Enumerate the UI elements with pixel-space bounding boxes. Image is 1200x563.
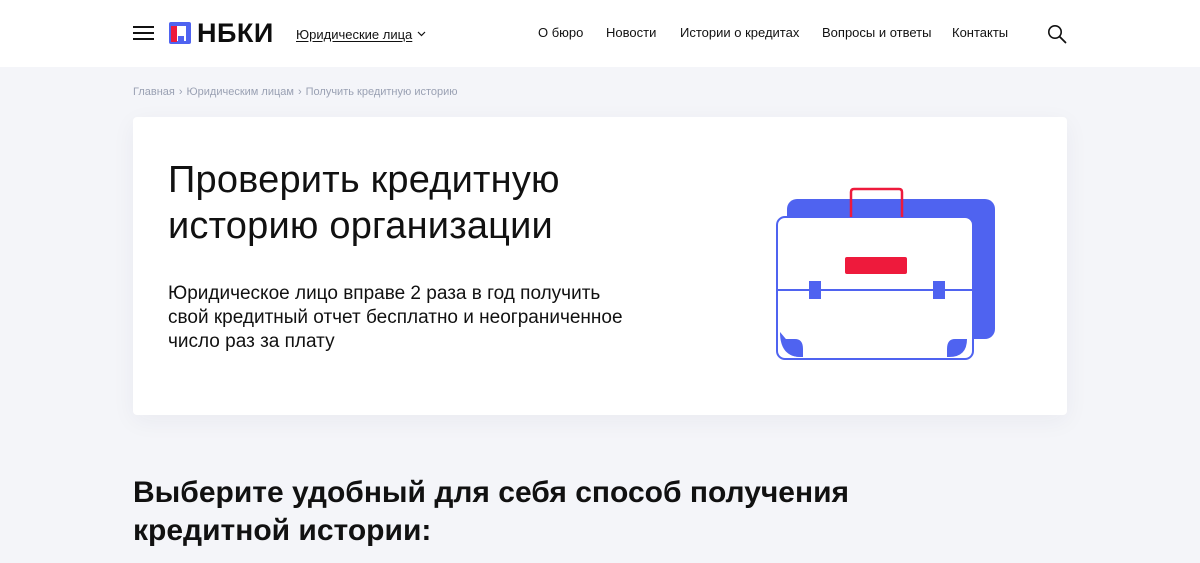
- breadcrumb-item-home[interactable]: Главная: [133, 86, 175, 98]
- nav-item-contacts[interactable]: Контакты: [952, 25, 1008, 40]
- breadcrumb-item-legal[interactable]: Юридическим лицам: [187, 86, 294, 98]
- search-icon[interactable]: [1047, 24, 1067, 44]
- breadcrumb-separator: ›: [178, 86, 183, 98]
- site-header: НБКИ Юридические лица О бюро Новости Ист…: [0, 0, 1200, 67]
- segment-label: Юридические лица: [296, 26, 413, 42]
- breadcrumb-item-current: Получить кредитную историю: [305, 86, 458, 98]
- logo[interactable]: НБКИ: [169, 18, 274, 48]
- breadcrumb: Главная › Юридическим лицам › Получить креди…: [133, 86, 458, 98]
- hamburger-menu-icon[interactable]: [133, 24, 154, 42]
- chevron-down-icon: [417, 31, 426, 37]
- hero-card: Проверить кредитную историю организации …: [133, 117, 1067, 415]
- page-title: Проверить кредитную историю организации: [168, 159, 560, 247]
- breadcrumb-separator: ›: [297, 86, 302, 98]
- briefcase-illustration: [776, 187, 995, 360]
- nbki-logo-mark: [169, 22, 191, 44]
- hero-description: Юридическое лицо вправе 2 раза в год пол…: [168, 283, 623, 352]
- segment-selector[interactable]: Юридические лица: [296, 25, 426, 43]
- nav-item-about[interactable]: О бюро: [538, 25, 583, 40]
- nav-item-credit-stories[interactable]: Истории о кредитах: [680, 25, 799, 40]
- nav-item-faq[interactable]: Вопросы и ответы: [822, 25, 931, 40]
- logo-text: НБКИ: [197, 18, 274, 48]
- nav-item-news[interactable]: Новости: [606, 25, 656, 40]
- section-title: Выберите удобный для себя способ получен…: [133, 476, 850, 547]
